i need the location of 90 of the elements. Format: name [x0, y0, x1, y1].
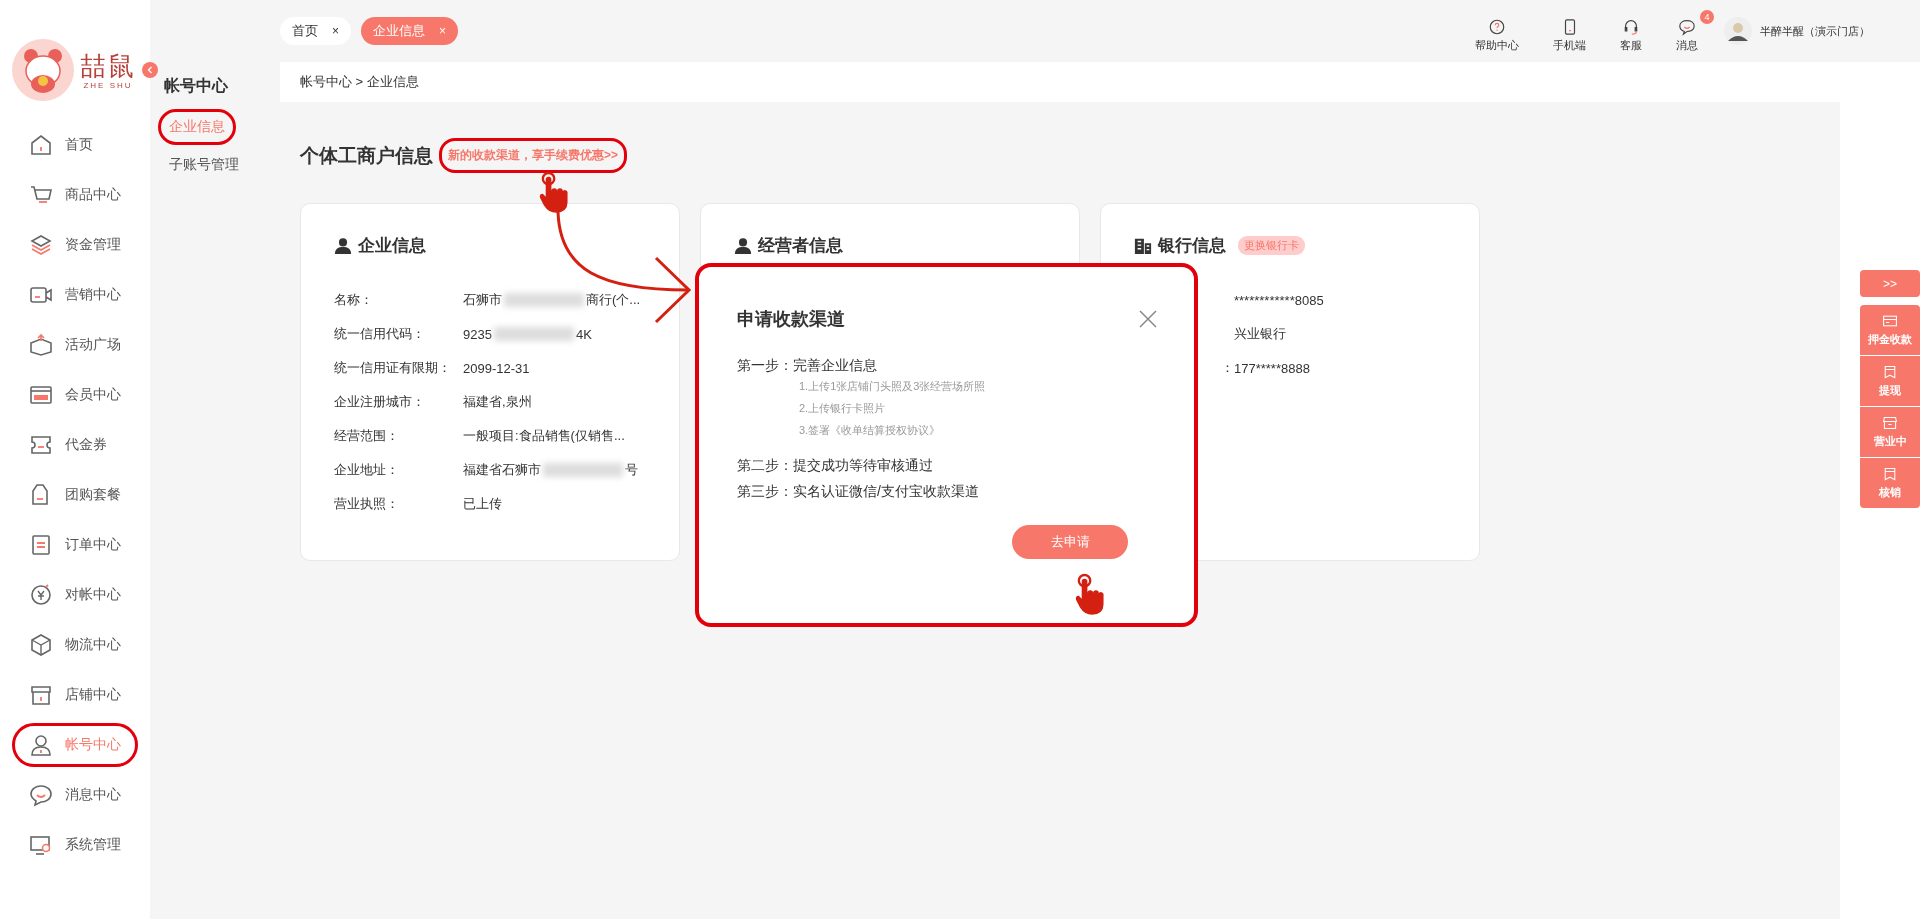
field-value: 4K [575, 326, 592, 342]
sidebar-item[interactable]: 会员中心 [12, 373, 138, 417]
field-label: 企业注册城市： [334, 393, 426, 411]
headset-icon [1622, 17, 1640, 36]
layers-icon [29, 233, 53, 257]
step-text: 提交成功等待审核通过 [793, 457, 933, 475]
box-icon [29, 333, 53, 357]
step-text: 完善企业信息 [793, 357, 877, 375]
doc-icon [29, 533, 53, 557]
step-text: 实名认证微信/支付宝收款渠道 [793, 483, 979, 501]
bookmark-icon [1882, 466, 1898, 482]
sidebar-item[interactable]: 首页 [12, 123, 138, 167]
hand-cursor-icon [539, 171, 568, 213]
submenu-title: 帐号中心 [164, 76, 228, 96]
logo-subtext: ZHE SHU [83, 80, 133, 90]
field-label: 统一信用代码： [334, 325, 426, 343]
ticket-icon [29, 433, 53, 457]
close-icon[interactable]: × [332, 24, 339, 38]
vip-icon [29, 383, 53, 407]
collapse-button[interactable] [142, 62, 158, 78]
field-value: 兴业银行 [1234, 325, 1286, 343]
field-label: 经营范围： [334, 427, 400, 445]
field-value: 福建省,泉州 [463, 393, 532, 411]
card-title: 银行信息 [1158, 235, 1226, 257]
cube-icon [29, 633, 53, 657]
sidebar-item[interactable]: 对帐中心 [12, 573, 138, 617]
person-icon [334, 236, 352, 255]
header-action[interactable]: 手机端 [1541, 9, 1598, 53]
field-value: 9235 [463, 326, 492, 342]
sidebar-item[interactable]: 订单中心 [12, 523, 138, 567]
sidebar-item[interactable]: 消息中心 [12, 773, 138, 817]
field-label: 名称： [334, 291, 374, 309]
page-title: 个体工商户信息 [300, 143, 433, 168]
store-icon [1882, 415, 1898, 431]
card-title: 企业信息 [358, 235, 426, 257]
chat-icon [1678, 17, 1696, 36]
card-title: 经营者信息 [758, 235, 843, 257]
close-icon[interactable] [1138, 309, 1158, 329]
user-icon [29, 733, 53, 757]
header-action[interactable]: 客服 [1608, 9, 1654, 53]
field-value: 号 [625, 461, 638, 479]
field-value: 2099-12-31 [463, 360, 530, 376]
field-value: 商行(个... [586, 291, 641, 309]
sidebar-item[interactable]: 代金券 [12, 423, 138, 467]
field-value: 一般项目:食品销售(仅销售... [463, 427, 625, 445]
step-note: 1.上传1张店铺门头照及3张经营场所照 [799, 379, 987, 394]
chevron-left-icon [146, 66, 154, 74]
breadcrumb: 帐号中心 > 企业信息 [280, 62, 1840, 102]
card-icon [1882, 313, 1898, 329]
sidebar-item[interactable]: 营销中心 [12, 273, 138, 317]
chat-icon [29, 783, 53, 807]
person-icon [734, 236, 752, 255]
user-name[interactable]: 半醉半醒（演示门店） [1760, 23, 1870, 39]
field-value: 福建省石狮市 [463, 461, 541, 479]
header-action[interactable]: 帮助中心 [1463, 9, 1531, 53]
mascot-logo [12, 39, 74, 101]
field-value: 已上传 [463, 495, 502, 513]
step-label: 第一步： [737, 357, 793, 375]
page-tab[interactable]: 首页 × [280, 17, 351, 45]
avatar[interactable] [1724, 17, 1752, 45]
logo-text: 喆鼠 [80, 50, 136, 81]
home-icon [29, 133, 53, 157]
sidebar-item[interactable]: 活动广场 [12, 323, 138, 367]
bookmark-icon [1882, 364, 1898, 380]
sidebar-item[interactable]: 资金管理 [12, 223, 138, 267]
field-value: 177*****8888 [1234, 360, 1310, 376]
field-value: 石狮市 [463, 291, 502, 309]
step-note: 3.签署《收单结算授权协议》 [799, 423, 942, 438]
field-label: 营业执照： [334, 495, 400, 513]
field-label: ： [1220, 359, 1234, 377]
step-label: 第二步： [737, 457, 793, 475]
building-icon [1134, 236, 1152, 255]
step-note: 2.上传银行卡照片 [799, 401, 887, 416]
store-icon [29, 683, 53, 707]
sidebar-item[interactable]: 物流中心 [12, 623, 138, 667]
step-label: 第三步： [737, 483, 793, 501]
field-label: 企业地址： [334, 461, 400, 479]
field-label: 统一信用证有限期： [334, 359, 452, 377]
dialog-title: 申请收款渠道 [737, 308, 845, 331]
hand-cursor-icon [1075, 573, 1104, 615]
sidebar-item[interactable]: 店铺中心 [12, 673, 138, 717]
sidebar-item[interactable]: 团购套餐 [12, 473, 138, 517]
sidebar-item[interactable]: 系统管理 [12, 823, 138, 867]
monitor-icon [29, 833, 53, 857]
yen-icon [29, 583, 53, 607]
count-badge: 4 [1700, 9, 1714, 24]
submenu-item[interactable]: 子账号管理 [158, 147, 250, 183]
sidebar-item[interactable]: 商品中心 [12, 173, 138, 217]
help-icon [1488, 17, 1506, 36]
field-value: ************8085 [1234, 292, 1324, 308]
